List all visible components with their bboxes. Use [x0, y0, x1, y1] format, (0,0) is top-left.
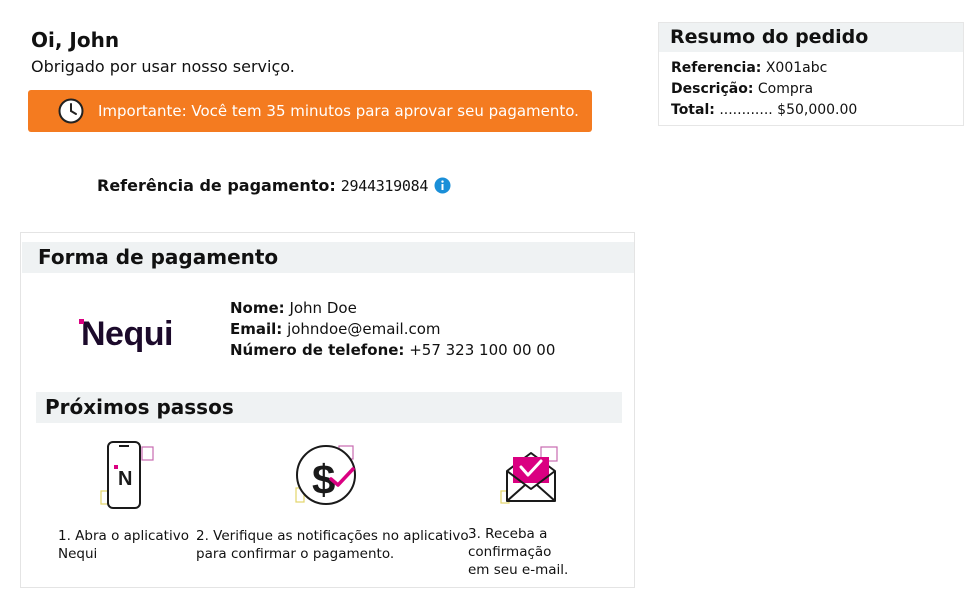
- greeting-subtitle: Obrigado por usar nosso serviço.: [31, 57, 295, 76]
- payment-reference-value: 2944319084: [340, 176, 429, 195]
- payment-reference-label: Referência de pagamento:: [97, 176, 336, 195]
- phone-app-icon: N: [100, 441, 154, 509]
- step-1-line-1: 1. Abra o aplicativo: [58, 528, 189, 544]
- step-3-line-2: em seu e-mail.: [468, 562, 569, 578]
- order-reference-label: Referencia:: [671, 60, 762, 76]
- payment-method-title: Forma de pagamento: [22, 242, 634, 273]
- nequi-logo-text: Nequi: [81, 315, 173, 353]
- payer-email-row: Email: johndoe@email.com: [230, 319, 555, 340]
- greeting: Oi, John Obrigado por usar nosso serviço…: [31, 29, 295, 77]
- payer-info: Nome: John Doe Email: johndoe@email.com …: [230, 298, 555, 361]
- payer-phone-label: Número de telefone:: [230, 341, 405, 359]
- step-3: 3. Receba a confirmação em seu e-mail.: [468, 525, 634, 579]
- step-2-line-2: para confirmar o pagamento.: [196, 546, 395, 562]
- order-reference-row: Referencia: X001abc: [671, 58, 951, 79]
- nequi-logo-dot: [79, 319, 84, 324]
- dollar-check-icon: $: [295, 445, 356, 505]
- envelope-check-icon: [500, 446, 558, 504]
- payer-phone-row: Número de telefone: +57 323 100 00 00: [230, 340, 555, 361]
- order-summary: Resumo do pedido Referencia: X001abc Des…: [658, 22, 964, 126]
- payment-reference: Referência de pagamento: 2944319084: [97, 176, 451, 195]
- payer-phone-value: +57 323 100 00 00: [409, 341, 556, 359]
- greeting-title: Oi, John: [31, 28, 120, 52]
- payer-email-value: johndoe@email.com: [287, 320, 441, 338]
- order-total-label: Total:: [671, 102, 715, 118]
- info-icon[interactable]: [434, 177, 451, 194]
- step-2-line-1: 2. Verifique as notificações no aplicati…: [196, 528, 469, 544]
- step-3-line-1: 3. Receba a confirmação: [468, 526, 552, 560]
- next-steps-title: Próximos passos: [36, 392, 622, 423]
- order-total-row: Total: ............ $50,000.00: [671, 100, 951, 121]
- order-description-value: Compra: [757, 81, 814, 97]
- payer-name-row: Nome: John Doe: [230, 298, 555, 319]
- order-summary-title: Resumo do pedido: [659, 23, 963, 52]
- clock-icon: [58, 98, 84, 124]
- step-2: 2. Verifique as notificações no aplicati…: [196, 527, 469, 563]
- order-description-row: Descrição: Compra: [671, 79, 951, 100]
- payment-method-card: Forma de pagamento Nequi Nome: John Doe …: [20, 232, 635, 588]
- order-reference-value: X001abc: [765, 60, 828, 76]
- order-description-label: Descrição:: [671, 81, 754, 97]
- nequi-logo: Nequi: [79, 315, 173, 354]
- step-1: 1. Abra o aplicativo Nequi: [58, 527, 189, 563]
- step-1-line-2: Nequi: [58, 546, 98, 562]
- time-limit-alert: Importante: Você tem 35 minutos para apr…: [28, 90, 592, 132]
- payer-name-value: John Doe: [289, 299, 357, 317]
- order-total-value: ............ $50,000.00: [719, 102, 858, 118]
- alert-text: Importante: Você tem 35 minutos para apr…: [98, 102, 579, 120]
- payer-name-label: Nome:: [230, 299, 285, 317]
- payer-email-label: Email:: [230, 320, 283, 338]
- svg-text:N: N: [118, 468, 132, 490]
